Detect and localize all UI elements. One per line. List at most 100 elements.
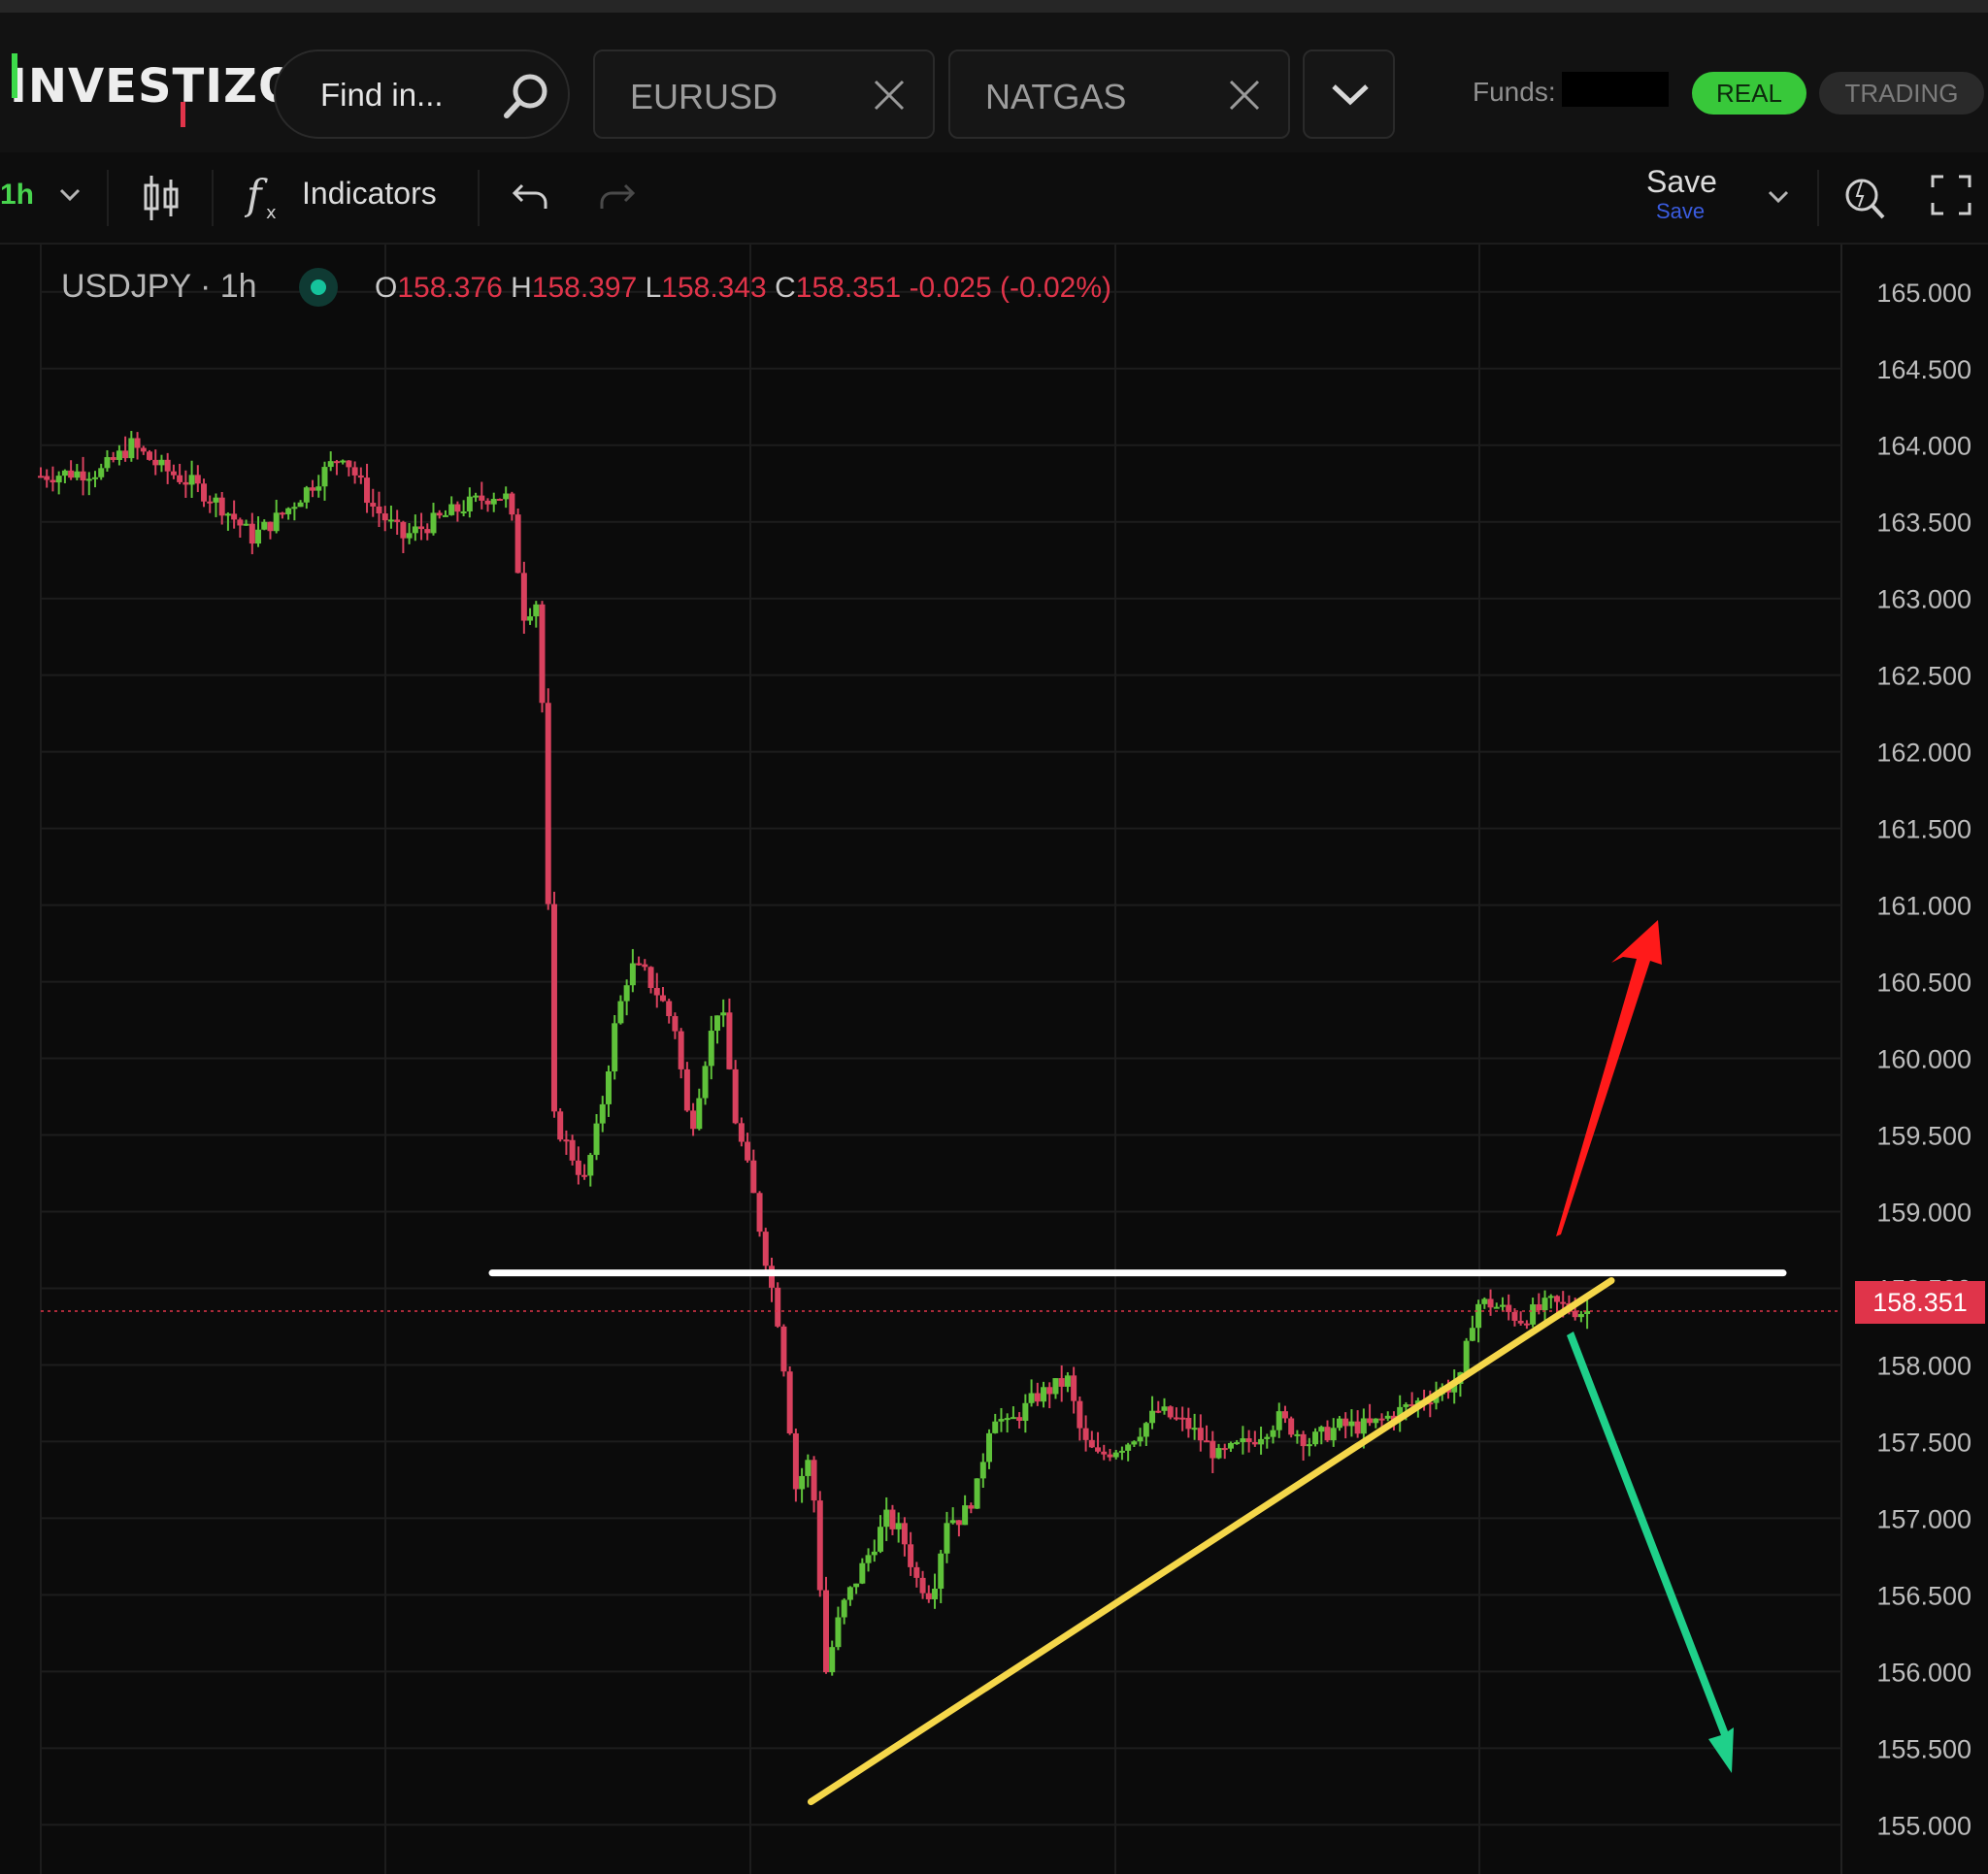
bearish-candle [218,497,225,516]
bullish-candle [1577,1314,1584,1318]
bullish-candle [1384,1415,1391,1419]
bearish-candle [1095,1447,1102,1452]
logo-down-arrow-icon [181,102,185,127]
search-icon[interactable] [501,71,551,121]
bearish-candle [889,1509,896,1529]
bullish-candle [1475,1303,1482,1329]
bearish-candle [1572,1310,1578,1318]
bearish-candle [68,470,75,478]
y-axis-tick-label: 161.000 [1876,892,1971,921]
bullish-candle [938,1553,944,1589]
bullish-candle [321,467,328,487]
bullish-candle [533,604,540,617]
investizo-logo[interactable]: INVESTIZO [10,53,299,127]
chevron-down-icon[interactable] [58,185,82,205]
bearish-candle [1288,1418,1295,1435]
price-chart[interactable]: 165.000 164.500 164.000 163.500 163.000 162.5… [0,245,1988,1874]
bearish-candle [775,1287,781,1327]
bullish-candle [1161,1406,1168,1411]
redo-icon[interactable] [596,180,637,216]
bearish-candle [750,1160,757,1194]
bearish-arrow [1567,1332,1734,1773]
bullish-candle [448,504,455,515]
tab-natgas-label: NATGAS [985,77,1127,116]
trading-account-toggle[interactable]: TRADING [1819,72,1984,115]
bearish-candle [1281,1411,1288,1419]
real-account-toggle[interactable]: REAL [1692,72,1806,115]
bearish-candle [484,500,491,505]
y-axis-tick-label: 162.000 [1876,739,1971,768]
bullish-candle [98,468,105,477]
bullish-candle [213,497,219,503]
bearish-candle [1536,1304,1542,1311]
bullish-candle [297,502,304,508]
more-tabs-dropdown[interactable] [1303,49,1395,139]
bearish-candle [792,1432,799,1490]
bullish-candle [853,1583,860,1588]
bullish-candle [61,470,68,477]
bullish-candle [846,1587,853,1600]
toolbar-divider [1817,170,1819,226]
tab-natgas[interactable]: NATGAS [948,49,1290,139]
chevron-down-icon[interactable] [1767,187,1790,207]
close-icon[interactable] [1226,77,1263,114]
timeframe-selector[interactable]: 1h [0,179,34,212]
save-sublabel: Save [1656,199,1706,223]
bearish-candle [539,604,546,704]
undo-icon[interactable] [511,180,551,216]
bearish-candle [38,476,44,478]
chart-canvas[interactable]: 165.000 164.500 164.000 163.500 163.000 162.5… [0,245,1988,1874]
bearish-candle [1300,1433,1307,1447]
y-axis-tick-label: 155.500 [1876,1734,1971,1763]
bullish-candle [291,507,298,510]
bullish-candle [1294,1433,1301,1436]
bullish-candle [1330,1428,1337,1441]
tab-eurusd[interactable]: EURUSD [593,49,935,139]
candlestick-type-icon[interactable] [142,174,181,222]
y-axis-tick-label: 159.500 [1876,1122,1971,1151]
bearish-candle [1179,1417,1186,1420]
funds-value-redacted [1562,72,1669,107]
bearish-candle [683,1069,690,1111]
bullish-candle [406,533,413,539]
bullish-candle [243,523,249,526]
search-input[interactable]: Find in... [320,77,444,114]
close-icon[interactable] [871,77,908,114]
high-value: 158.397 [531,272,638,304]
y-axis-tick-label: 155.000 [1876,1811,1971,1840]
bullish-candle [962,1505,969,1526]
bullish-candle [1493,1306,1500,1309]
bullish-candle [1028,1393,1035,1403]
bearish-candle [563,1139,570,1142]
bullish-candle [224,513,231,516]
save-label: Save [1646,164,1717,199]
bullish-candle [503,493,510,500]
bullish-candle [986,1432,993,1463]
fullscreen-icon[interactable] [1930,174,1972,216]
bearish-candle [1251,1441,1258,1445]
bearish-candle [346,460,352,468]
bullish-candle [629,963,636,986]
bearish-candle [134,438,141,448]
bearish-candle [908,1544,914,1567]
bullish-candle [1373,1418,1379,1424]
bullish-candle [708,1031,714,1067]
quick-search-icon[interactable] [1840,172,1889,222]
low-key: L [645,272,662,304]
bullish-candle [158,459,165,466]
y-axis-tick-label: 157.000 [1876,1504,1971,1533]
search-box[interactable]: Find in... [274,49,570,139]
bullish-candle [412,526,418,534]
bearish-candle [182,481,189,485]
logo-text: INVESTIZO [10,59,299,114]
svg-text:x: x [266,203,277,223]
bullish-candle [878,1527,884,1552]
bullish-candle [979,1462,986,1479]
bearish-candle [745,1141,751,1161]
bearish-candle [925,1593,932,1599]
bearish-candle [370,503,377,507]
bullish-candle [116,450,122,460]
bearish-candle [823,1590,829,1673]
bearish-candle [968,1505,975,1509]
bullish-candle [1125,1444,1132,1451]
